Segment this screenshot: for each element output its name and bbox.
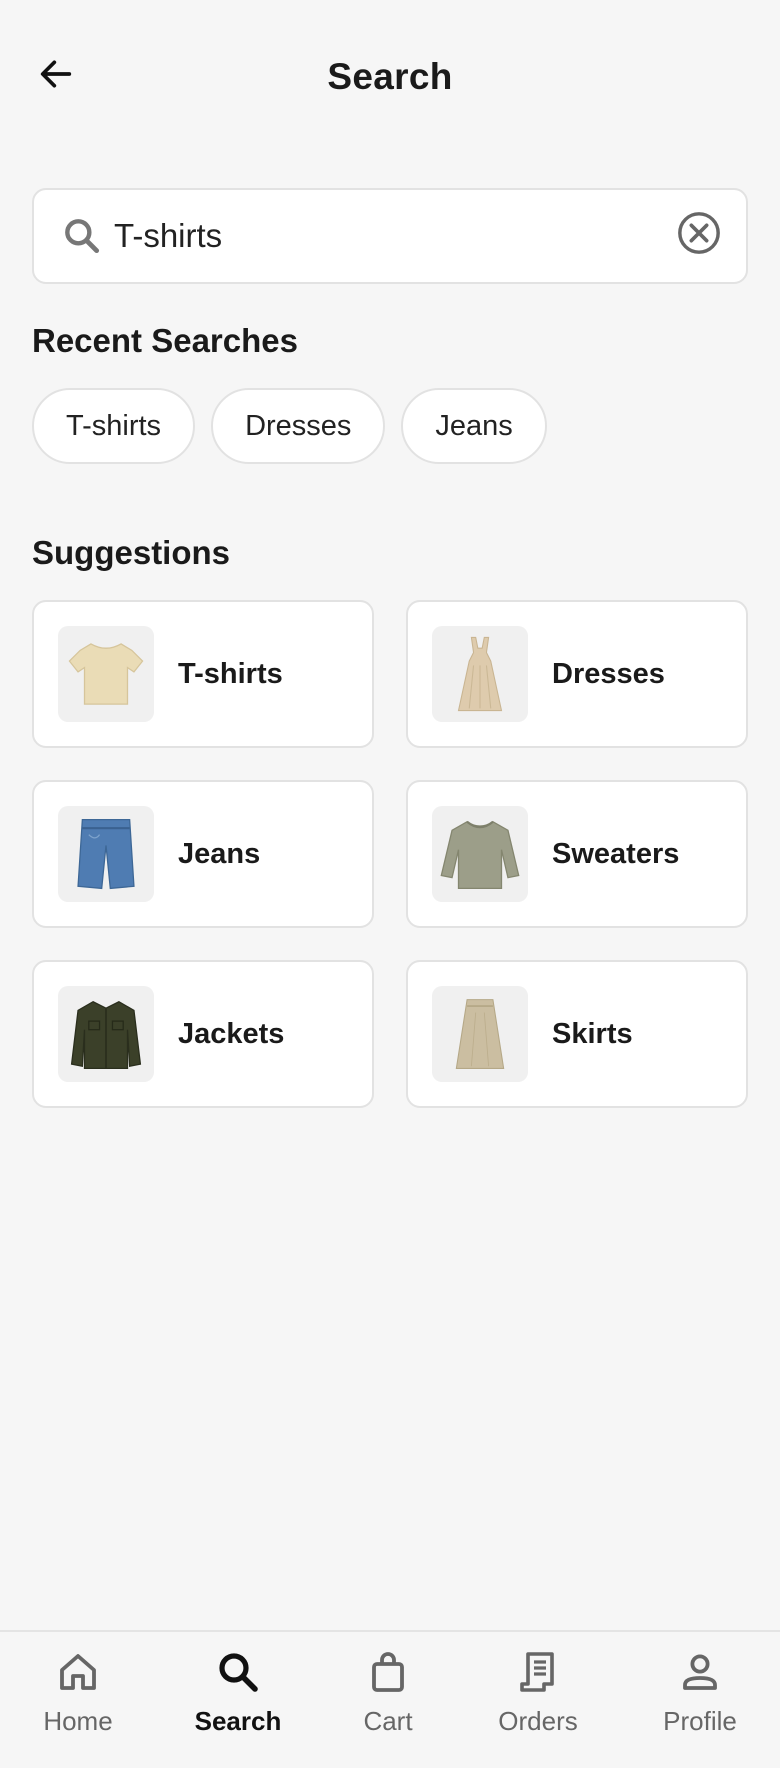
recent-search-chip[interactable]: T-shirts xyxy=(32,388,196,464)
jacket-image xyxy=(58,986,154,1082)
nav-profile[interactable]: Profile xyxy=(630,1648,770,1758)
suggestion-card-skirts[interactable]: Skirts xyxy=(406,960,748,1108)
nav-label: Cart xyxy=(363,1706,413,1736)
page-title: Search xyxy=(327,56,453,97)
jeans-image xyxy=(58,806,154,902)
nav-home[interactable]: Home xyxy=(8,1648,148,1758)
clear-search-button[interactable] xyxy=(676,210,722,256)
person-icon xyxy=(683,1654,717,1690)
suggestion-label: T-shirts xyxy=(178,657,283,690)
header: Search xyxy=(0,0,780,160)
shopping-bag-icon xyxy=(372,1652,404,1692)
nav-label: Search xyxy=(194,1706,282,1736)
receipt-icon xyxy=(520,1652,554,1692)
search-icon xyxy=(65,219,100,254)
nav-label: Home xyxy=(43,1706,113,1736)
suggestion-label: Jackets xyxy=(178,1017,285,1050)
nav-label: Orders xyxy=(498,1706,578,1736)
recent-search-chip[interactable]: Jeans xyxy=(401,388,547,464)
dress-image xyxy=(432,626,528,722)
home-icon xyxy=(60,1654,96,1690)
suggestion-label: Sweaters xyxy=(552,837,680,870)
nav-label: Profile xyxy=(663,1706,737,1736)
suggestions-grid: T-shirts Dresses Jeans Sweaters Jackets … xyxy=(32,600,748,1108)
suggestion-card-sweaters[interactable]: Sweaters xyxy=(406,780,748,928)
search-icon xyxy=(219,1653,258,1692)
suggestion-label: Jeans xyxy=(178,837,261,870)
recent-searches-list: T-shirts Dresses Jeans xyxy=(32,388,547,464)
sweater-image xyxy=(432,806,528,902)
recent-searches-title: Recent Searches xyxy=(32,322,298,359)
search-bar xyxy=(32,188,748,284)
skirt-image xyxy=(432,986,528,1082)
nav-cart[interactable]: Cart xyxy=(318,1648,458,1758)
bottom-navigation: Home Search Cart Orders Profile xyxy=(0,1630,780,1768)
suggestions-title: Suggestions xyxy=(32,534,231,571)
suggestion-card-dresses[interactable]: Dresses xyxy=(406,600,748,748)
nav-search[interactable]: Search xyxy=(168,1648,308,1758)
nav-orders[interactable]: Orders xyxy=(468,1648,608,1758)
recent-search-chip[interactable]: Dresses xyxy=(211,388,386,464)
suggestion-card-jackets[interactable]: Jackets xyxy=(32,960,374,1108)
suggestion-label: Dresses xyxy=(552,657,665,690)
search-input[interactable] xyxy=(114,208,674,264)
suggestion-card-jeans[interactable]: Jeans xyxy=(32,780,374,928)
suggestion-card-tshirts[interactable]: T-shirts xyxy=(32,600,374,748)
suggestion-label: Skirts xyxy=(552,1017,633,1050)
tshirt-image xyxy=(58,626,154,722)
